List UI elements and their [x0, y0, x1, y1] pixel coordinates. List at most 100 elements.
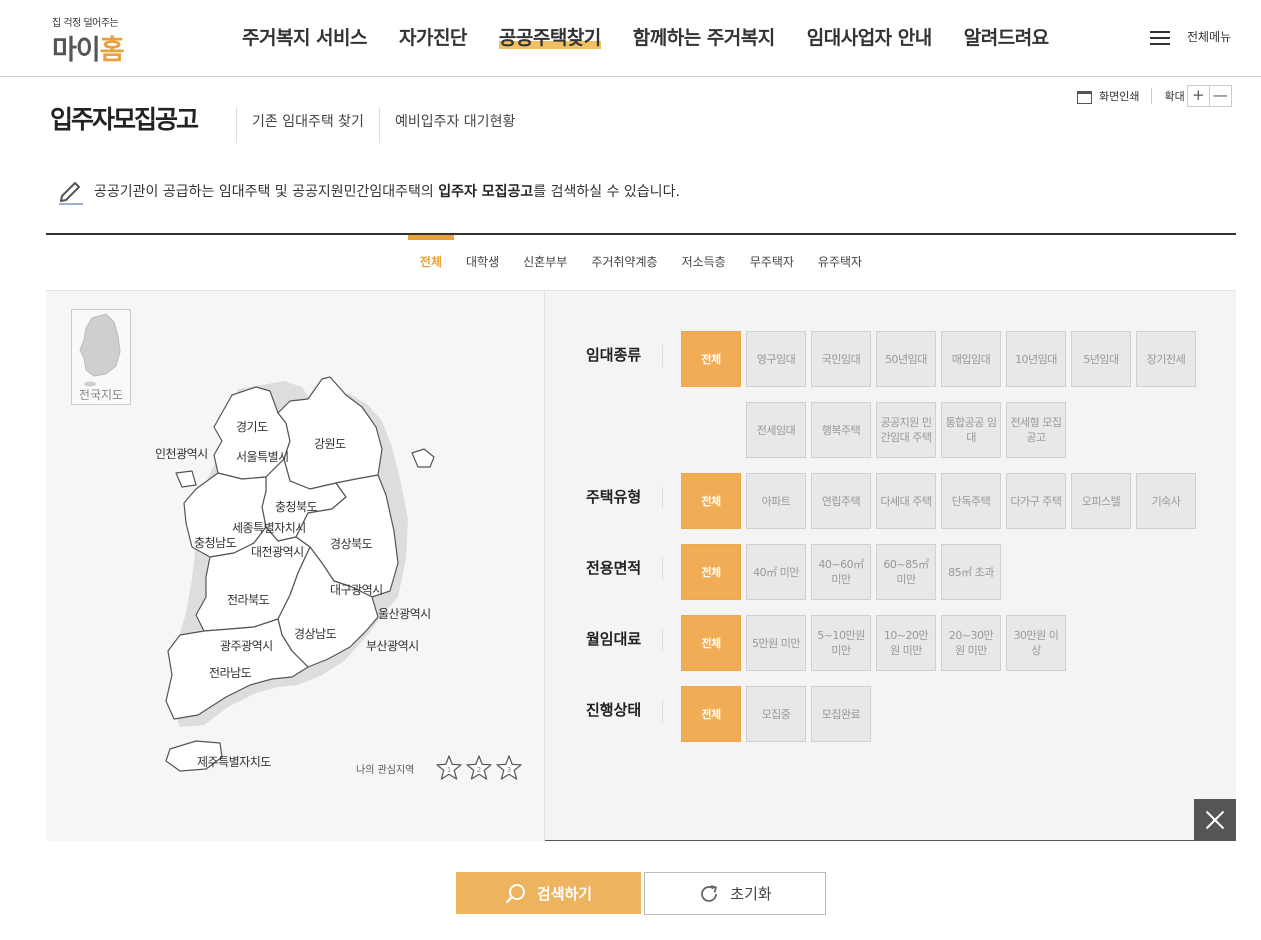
- util-bar: 화면인쇄 확대 + —: [1077, 85, 1232, 107]
- zoom-label: 확대: [1164, 90, 1185, 103]
- region-busan[interactable]: 부산광역시: [366, 637, 419, 654]
- area-all[interactable]: 전체: [681, 544, 741, 600]
- site-logo[interactable]: 집 걱정 덜어주는 마이홈: [52, 12, 162, 66]
- rent-under-5[interactable]: 5만원 미만: [746, 615, 806, 671]
- rental-type-jeonse-notice[interactable]: 전세형 모집공고: [1006, 402, 1066, 458]
- housing-type-multi-unit[interactable]: 다세대 주택: [876, 473, 936, 529]
- region-ulsan[interactable]: 울산광역시: [378, 605, 431, 622]
- region-gyeonggi[interactable]: 경기도: [236, 418, 268, 435]
- print-button[interactable]: 화면인쇄: [1077, 88, 1139, 104]
- rent-10-20[interactable]: 10~20만원 미만: [876, 615, 936, 671]
- tab-housing-vulnerable[interactable]: 주거취약계층: [579, 235, 669, 290]
- region-daegu[interactable]: 대구광역시: [330, 581, 383, 598]
- region-jeonnam[interactable]: 전라남도: [209, 664, 252, 681]
- favorite-slot-1-star-icon[interactable]: 1: [435, 754, 463, 782]
- page-title: 입주자모집공고: [50, 105, 199, 134]
- favorite-regions-label: 나의 관심지역: [356, 765, 415, 776]
- rent-all[interactable]: 전체: [681, 615, 741, 671]
- rental-type-50year[interactable]: 50년임대: [876, 331, 936, 387]
- main-nav: 주거복지 서비스 자가진단 공공주택찾기 함께하는 주거복지 임대사업자 안내 …: [226, 0, 1065, 76]
- nav-housing-welfare[interactable]: 주거복지 서비스: [226, 0, 383, 76]
- region-incheon[interactable]: 인천광역시: [155, 445, 208, 462]
- search-panel: 전국지도 경기도 강원도 인천광역시 서울특별시 충청북도 세종특별자치시 충청…: [46, 291, 1236, 841]
- zoom-out-button[interactable]: —: [1208, 85, 1232, 107]
- region-sejong[interactable]: 세종특별자치시: [232, 519, 306, 536]
- housing-type-multi-family[interactable]: 다가구 주택: [1006, 473, 1066, 529]
- tab-newlywed[interactable]: 신혼부부: [511, 235, 579, 290]
- map-region-incheon-islands: [175, 470, 197, 488]
- rental-type-public-private[interactable]: 공공지원 민간임대 주택: [876, 402, 936, 458]
- area-over-85[interactable]: 85㎡ 초과: [941, 544, 1001, 600]
- rent-over-30[interactable]: 30만원 이상: [1006, 615, 1066, 671]
- housing-type-apartment[interactable]: 아파트: [746, 473, 806, 529]
- rental-type-integrated[interactable]: 통합공공 임대: [941, 402, 1001, 458]
- rental-type-purchase[interactable]: 매입임대: [941, 331, 1001, 387]
- housing-type-row-house[interactable]: 연립주택: [811, 473, 871, 529]
- rental-type-national[interactable]: 국민임대: [811, 331, 871, 387]
- tab-homeowner[interactable]: 유주택자: [806, 235, 874, 290]
- sub-tabs: 기존 임대주택 찾기 예비입주자 대기현황: [236, 107, 530, 143]
- rental-type-label: 임대종류: [586, 344, 664, 367]
- housing-type-officetel[interactable]: 오피스텔: [1071, 473, 1131, 529]
- tab-all[interactable]: 전체: [407, 235, 455, 290]
- region-gyeongbuk[interactable]: 경상북도: [330, 535, 373, 552]
- search-button-label: 검색하기: [536, 884, 593, 903]
- region-map: 전국지도 경기도 강원도 인천광역시 서울특별시 충청북도 세종특별자치시 충청…: [46, 291, 545, 841]
- rental-type-long-term-jeonse[interactable]: 장기전세: [1136, 331, 1196, 387]
- status-label: 진행상태: [586, 699, 664, 722]
- reset-button[interactable]: 초기화: [644, 872, 826, 915]
- pencil-icon: [59, 182, 83, 205]
- status-all[interactable]: 전체: [681, 686, 741, 742]
- svg-text:3: 3: [507, 766, 511, 774]
- region-gyeongnam[interactable]: 경상남도: [294, 625, 337, 642]
- tab-homeless[interactable]: 무주택자: [738, 235, 806, 290]
- rental-type-happy-housing[interactable]: 행복주택: [811, 402, 871, 458]
- area-under-40[interactable]: 40㎡ 미만: [746, 544, 806, 600]
- favorite-slot-3-star-icon[interactable]: 3: [495, 754, 523, 782]
- nav-together-welfare[interactable]: 함께하는 주거복지: [617, 0, 791, 76]
- housing-type-detached[interactable]: 단독주택: [941, 473, 1001, 529]
- nav-landlord-guide[interactable]: 임대사업자 안내: [791, 0, 948, 76]
- search-description: 공공기관이 공급하는 임대주택 및 공공지원민간임대주택의 입주자 모집공고를 …: [56, 176, 680, 206]
- rent-5-10[interactable]: 5~10만원 미만: [811, 615, 871, 671]
- region-chungbuk[interactable]: 충청북도: [275, 498, 318, 515]
- svg-text:1: 1: [447, 766, 451, 774]
- header: 집 걱정 덜어주는 마이홈 주거복지 서비스 자가진단 공공주택찾기 함께하는 …: [0, 0, 1261, 77]
- map-region-ulleungdo: [411, 448, 435, 468]
- status-closed[interactable]: 모집완료: [811, 686, 871, 742]
- rental-type-permanent[interactable]: 영구임대: [746, 331, 806, 387]
- rental-type-10year[interactable]: 10년임대: [1006, 331, 1066, 387]
- tab-college-student[interactable]: 대학생: [454, 235, 511, 290]
- nav-self-diagnosis[interactable]: 자가진단: [383, 0, 483, 76]
- region-gwangju[interactable]: 광주광역시: [220, 637, 273, 654]
- target-category-tabs: 전체 대학생 신혼부부 주거취약계층 저소득층 무주택자 유주택자: [46, 235, 1236, 291]
- region-jeju[interactable]: 제주특별자치도: [197, 753, 271, 770]
- region-gangwon[interactable]: 강원도: [314, 435, 346, 452]
- housing-type-dormitory[interactable]: 기숙사: [1136, 473, 1196, 529]
- region-daejeon[interactable]: 대전광역시: [251, 543, 304, 560]
- region-jeonbuk[interactable]: 전라북도: [227, 591, 270, 608]
- nav-find-public-housing[interactable]: 공공주택찾기: [483, 0, 617, 76]
- search-options: 임대종류 전체 영구임대 국민임대 50년임대 매입임대 10년임대 5년임대 …: [545, 291, 1236, 841]
- area-40-60[interactable]: 40~60㎡ 미만: [811, 544, 871, 600]
- search-button[interactable]: 검색하기: [456, 872, 641, 914]
- region-chungnam[interactable]: 충청남도: [194, 534, 237, 551]
- nav-notice[interactable]: 알려드려요: [948, 0, 1065, 76]
- tab-low-income[interactable]: 저소득층: [670, 235, 738, 290]
- status-recruiting[interactable]: 모집중: [746, 686, 806, 742]
- region-seoul[interactable]: 서울특별시: [236, 448, 289, 465]
- rental-type-all[interactable]: 전체: [681, 331, 741, 387]
- close-panel-button[interactable]: [1194, 799, 1236, 841]
- rental-type-5year[interactable]: 5년임대: [1071, 331, 1131, 387]
- tab-waiting-status[interactable]: 예비입주자 대기현황: [378, 107, 530, 143]
- favorite-slot-2-star-icon[interactable]: 2: [465, 754, 493, 782]
- area-60-85[interactable]: 60~85㎡ 미만: [876, 544, 936, 600]
- printer-icon: [1077, 90, 1092, 104]
- tab-existing-rental[interactable]: 기존 임대주택 찾기: [236, 107, 379, 143]
- zoom-in-button[interactable]: +: [1186, 85, 1210, 107]
- all-menu-button[interactable]: 전체메뉴: [1150, 28, 1231, 45]
- housing-type-all[interactable]: 전체: [681, 473, 741, 529]
- rent-20-30[interactable]: 20~30만원 미만: [941, 615, 1001, 671]
- hamburger-icon: [1150, 29, 1170, 45]
- rental-type-jeonse[interactable]: 전세임대: [746, 402, 806, 458]
